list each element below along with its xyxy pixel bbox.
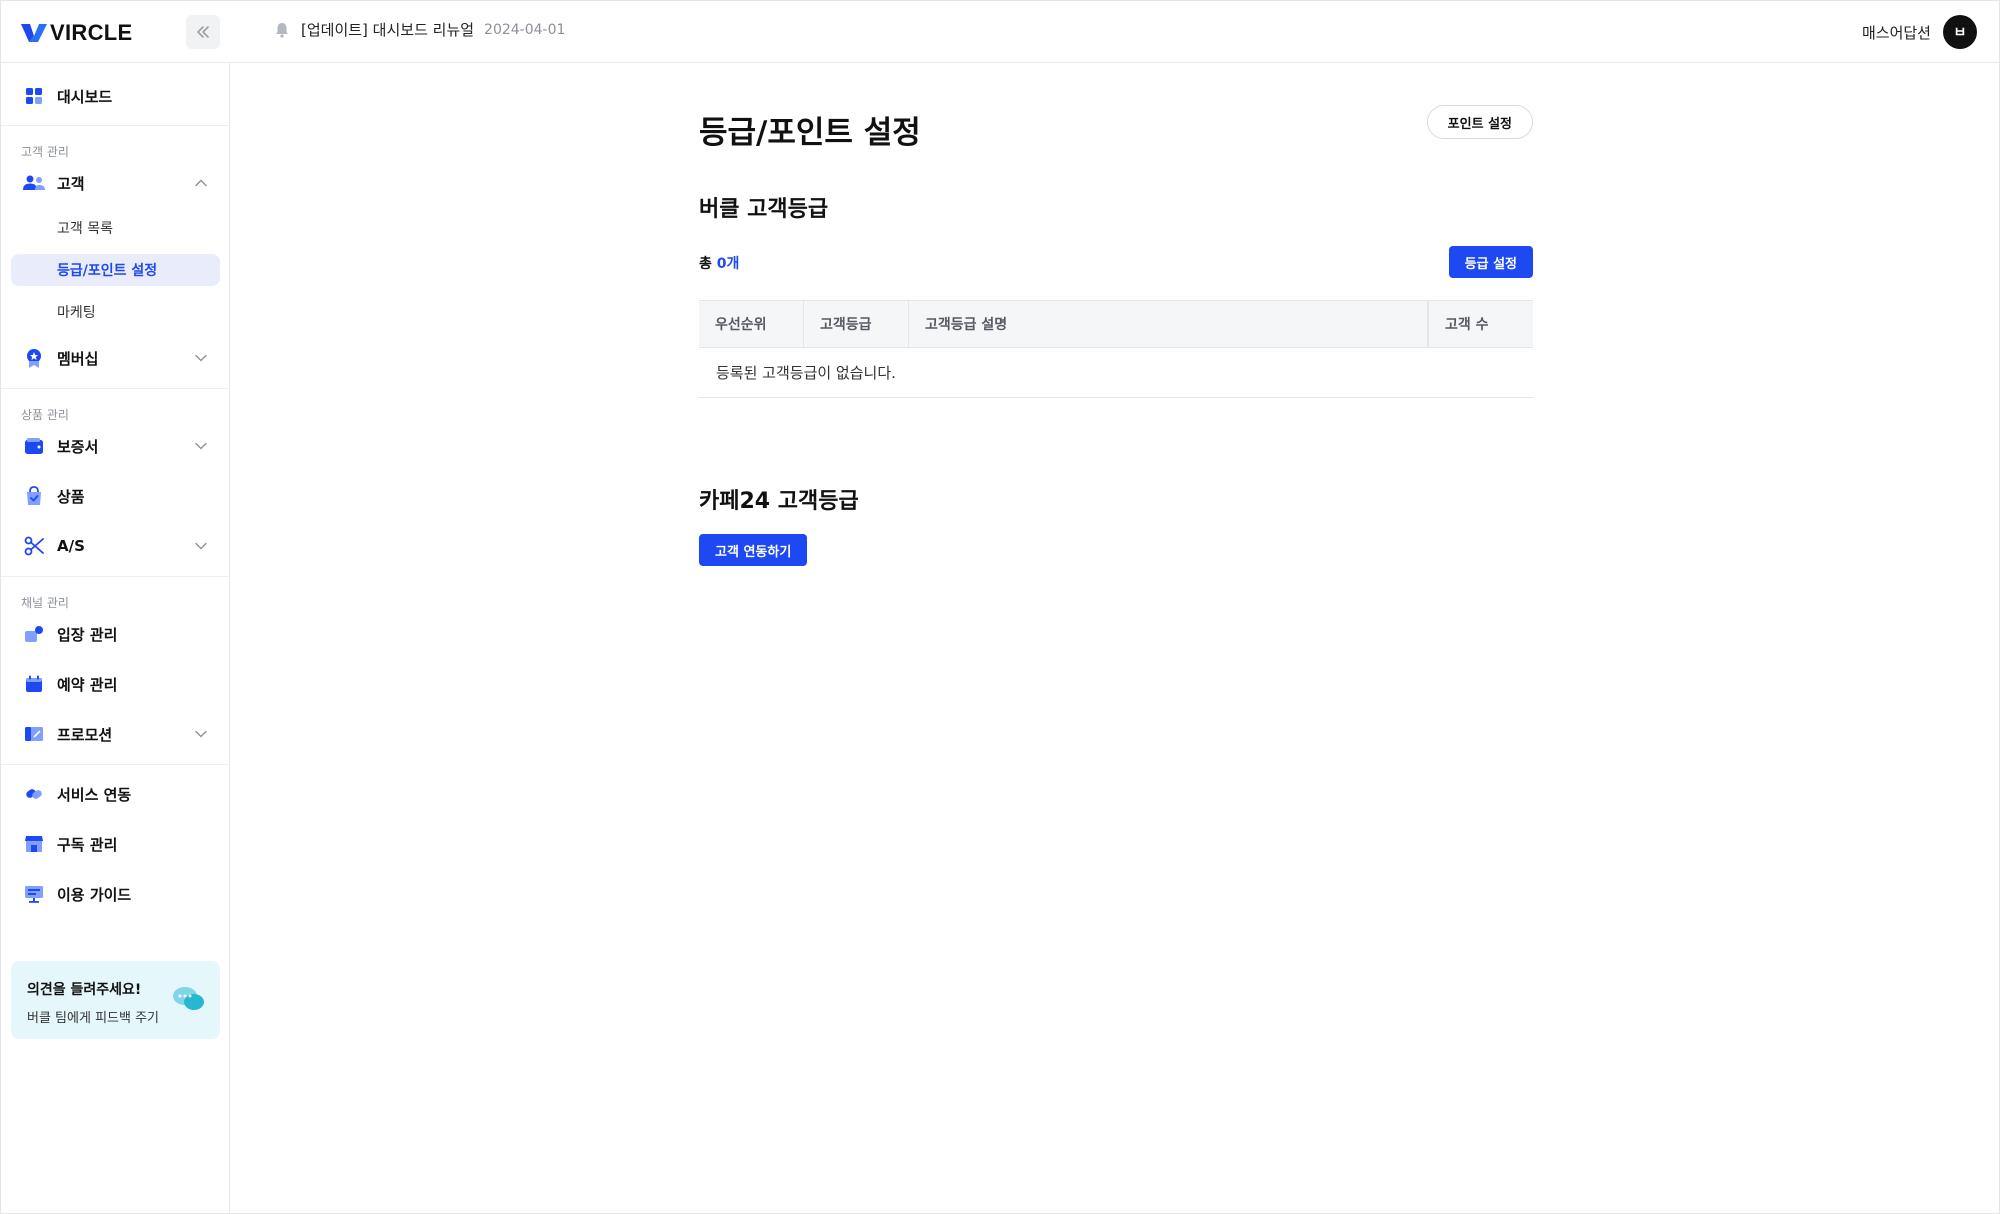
sidebar-subitem-grade-point[interactable]: 등급/포인트 설정 <box>11 254 220 286</box>
section-label-channel: 채널 관리 <box>21 596 69 610</box>
entry-icon <box>23 623 45 645</box>
section-label-product: 상품 관리 <box>21 408 69 422</box>
sidebar-item-label: 입장 관리 <box>57 625 118 644</box>
sidebar-item-as[interactable]: A/S <box>11 529 220 563</box>
logo-text: VIRCLE <box>50 20 133 45</box>
membership-badge-icon <box>23 347 45 369</box>
monitor-guide-icon <box>23 883 45 905</box>
notice-title: [업데이트] 대시보드 리뉴얼 <box>301 21 475 39</box>
notice-date: 2024-04-01 <box>484 21 566 38</box>
shopping-bag-icon <box>23 485 45 507</box>
chevron-up-icon <box>195 179 207 187</box>
main-content: 등급/포인트 설정 포인트 설정 버클 고객등급 총 0개 등급 설정 우선순위… <box>230 63 1999 1213</box>
top-header: VIRCLE [업데이트] 대시보드 리뉴얼 2024-04-01 매스어답션 … <box>1 1 1999 63</box>
dashboard-icon <box>23 85 45 107</box>
total-count: 총 0개 <box>699 253 739 273</box>
promotion-icon <box>23 723 45 745</box>
account-menu[interactable]: 매스어답션 ㅂ <box>1862 15 1977 49</box>
app-frame: VIRCLE [업데이트] 대시보드 리뉴얼 2024-04-01 매스어답션 … <box>0 0 2000 1214</box>
avatar[interactable]: ㅂ <box>1943 15 1977 49</box>
chevron-down-icon <box>195 442 207 450</box>
sidebar-item-label: 상품 <box>57 487 85 506</box>
scissors-icon <box>23 535 45 557</box>
sidebar-divider <box>1 764 229 765</box>
sidebar: 대시보드 고객 관리 고객 고객 목록 등급/포인트 설정 마케팅 멤버십 상품… <box>1 63 230 1213</box>
sidebar-divider <box>1 125 229 126</box>
sidebar-item-service-link[interactable]: 서비스 연동 <box>11 777 220 811</box>
sidebar-item-dashboard[interactable]: 대시보드 <box>11 79 220 113</box>
sidebar-item-reservation[interactable]: 예약 관리 <box>11 667 220 701</box>
grade-table: 우선순위 고객등급 고객등급 설명 고객 수 등록된 고객등급이 없습니다. <box>699 300 1533 398</box>
sidebar-item-entry[interactable]: 입장 관리 <box>11 617 220 651</box>
total-prefix: 총 <box>699 256 712 272</box>
sidebar-item-label: 보증서 <box>57 437 99 456</box>
sidebar-item-warranty[interactable]: 보증서 <box>11 429 220 463</box>
column-header-grade: 고객등급 <box>804 301 909 347</box>
sidebar-item-promotion[interactable]: 프로모션 <box>11 717 220 751</box>
wallet-icon <box>23 435 45 457</box>
column-header-priority: 우선순위 <box>699 301 804 347</box>
cafe24-grade-section-title: 카페24 고객등급 <box>699 489 859 514</box>
chat-bubbles-icon <box>173 987 204 1010</box>
account-name: 매스어답션 <box>1861 23 1931 42</box>
link-icon <box>23 783 45 805</box>
section-label-customer: 고객 관리 <box>21 145 69 159</box>
page-title: 등급/포인트 설정 <box>699 115 921 151</box>
sidebar-item-label: 구독 관리 <box>57 835 118 854</box>
collapse-sidebar-button[interactable] <box>186 15 220 49</box>
bell-icon <box>276 22 288 38</box>
store-icon <box>23 833 45 855</box>
sidebar-divider <box>1 388 229 389</box>
double-chevron-left-icon <box>197 26 209 38</box>
grade-settings-button[interactable]: 등급 설정 <box>1448 246 1533 278</box>
sidebar-item-customer[interactable]: 고객 <box>11 166 220 200</box>
total-count-value: 0개 <box>716 256 740 272</box>
sidebar-item-label: A/S <box>57 537 85 555</box>
vircle-logo-icon <box>21 24 47 42</box>
sidebar-item-subscription[interactable]: 구독 관리 <box>11 827 220 861</box>
chevron-down-icon <box>195 542 207 550</box>
table-header: 우선순위 고객등급 고객등급 설명 고객 수 <box>699 300 1533 348</box>
connect-customers-button[interactable]: 고객 연동하기 <box>699 534 808 566</box>
feedback-card[interactable]: 의견을 들려주세요! 버클 팀에게 피드백 주기 <box>11 961 220 1039</box>
chevron-down-icon <box>195 730 207 738</box>
sidebar-item-label: 프로모션 <box>57 725 113 744</box>
column-header-customer-count: 고객 수 <box>1428 301 1533 347</box>
sidebar-item-label: 서비스 연동 <box>57 785 132 804</box>
sidebar-subitem-marketing[interactable]: 마케팅 <box>11 296 220 328</box>
sidebar-item-membership[interactable]: 멤버십 <box>11 341 220 375</box>
sidebar-item-label: 예약 관리 <box>57 675 118 694</box>
sidebar-divider <box>1 576 229 577</box>
sidebar-item-label: 이용 가이드 <box>57 885 132 904</box>
chevron-down-icon <box>195 354 207 362</box>
update-notice[interactable]: [업데이트] 대시보드 리뉴얼 2024-04-01 <box>273 19 565 40</box>
table-empty-message: 등록된 고객등급이 없습니다. <box>699 348 1533 398</box>
sidebar-item-label: 멤버십 <box>57 349 99 368</box>
sidebar-item-label: 대시보드 <box>57 87 113 106</box>
users-icon <box>23 172 45 194</box>
column-header-description: 고객등급 설명 <box>909 301 1428 347</box>
sidebar-item-guide[interactable]: 이용 가이드 <box>11 877 220 911</box>
calendar-icon <box>23 673 45 695</box>
sidebar-item-product[interactable]: 상품 <box>11 479 220 513</box>
sidebar-subitem-customer-list[interactable]: 고객 목록 <box>11 212 220 244</box>
sidebar-item-label: 고객 <box>57 174 85 193</box>
logo[interactable]: VIRCLE <box>21 20 132 46</box>
point-settings-button[interactable]: 포인트 설정 <box>1426 105 1533 139</box>
vircle-grade-section-title: 버클 고객등급 <box>699 197 829 222</box>
